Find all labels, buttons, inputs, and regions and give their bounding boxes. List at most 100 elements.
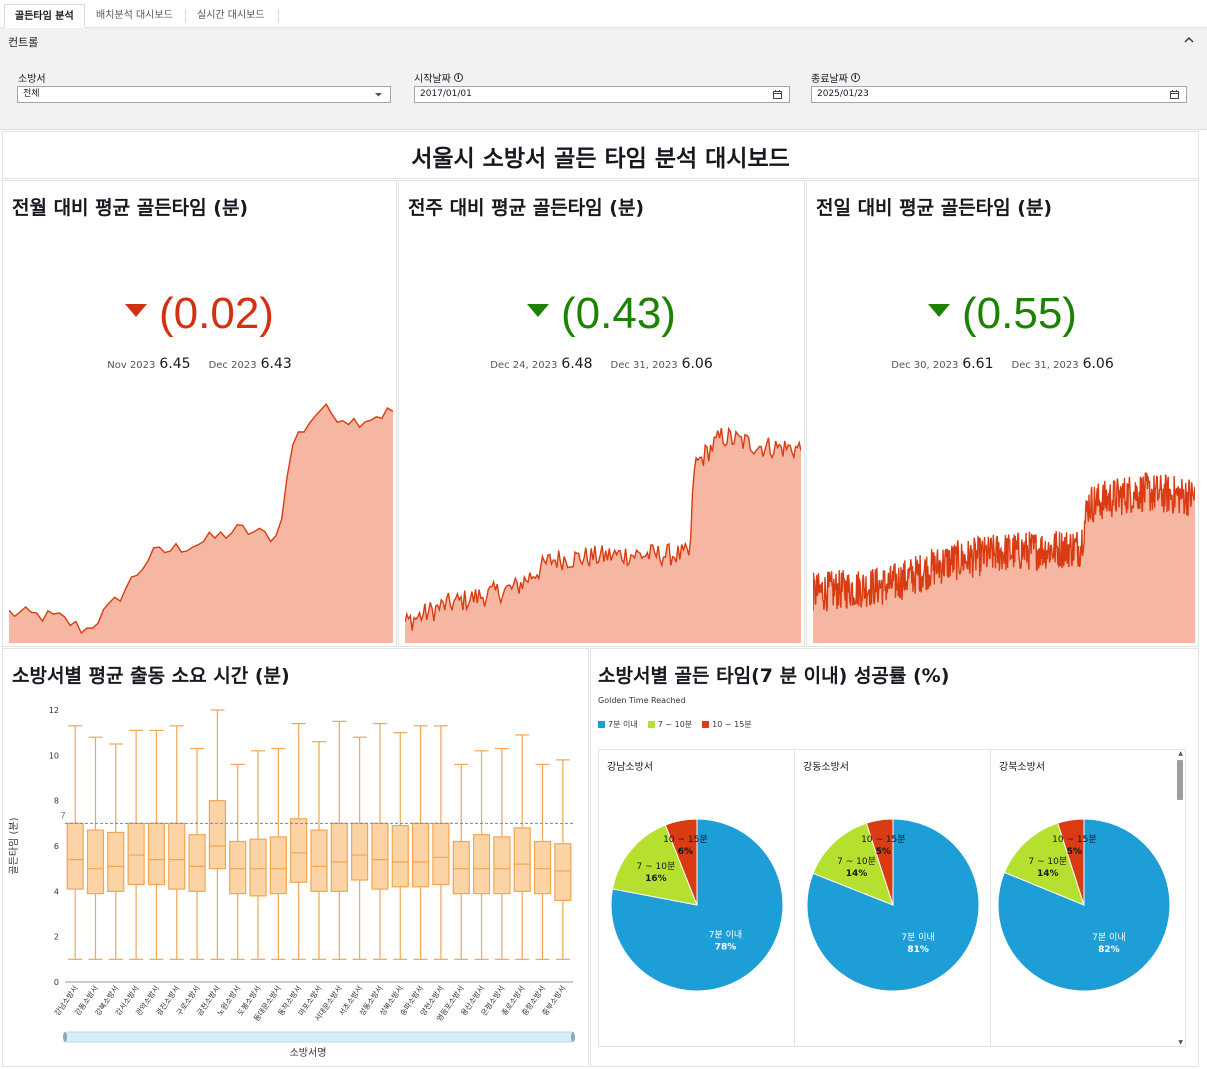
- kpi-cur-value: 6.43: [260, 356, 292, 372]
- kpi-cur-value: 6.06: [681, 356, 713, 372]
- down-arrow-icon: [527, 303, 550, 317]
- box-노원소방서[interactable]: [229, 763, 247, 960]
- box-영등포소방서[interactable]: [452, 763, 470, 960]
- legend-label: 10 ~ 15분: [712, 720, 752, 729]
- sparkline-area: [9, 404, 393, 643]
- chevron-up-icon[interactable]: [1183, 34, 1195, 46]
- tab-golden-time[interactable]: 골든타임 분석: [4, 4, 85, 28]
- box-iqr: [147, 822, 166, 886]
- range-slider-handle[interactable]: [63, 1032, 67, 1042]
- tab-realtime-dashboard[interactable]: 실시간 대시보드: [187, 4, 275, 28]
- kpi-title: 전주 대비 평균 골든타임 (분): [408, 197, 645, 219]
- pie-slice-label: 10 ~ 15분: [1052, 834, 1096, 845]
- box-송파소방서[interactable]: [412, 725, 430, 960]
- down-arrow-icon: [125, 303, 148, 317]
- end-date-label: 종료날짜 i: [811, 70, 860, 85]
- y-tick-label: 10: [49, 751, 59, 760]
- pie-legend: 7분 이내 7 ~ 10분 10 ~ 15분: [598, 719, 752, 730]
- box-관악소방서[interactable]: [147, 729, 166, 960]
- tab-batch-dashboard[interactable]: 배치분석 대시보드: [86, 4, 183, 28]
- pie-cell: 강남소방서 7분 이내 78% 7 ~ 10분 16% 10 ~ 15분 6%: [599, 750, 795, 1046]
- box-마포소방서[interactable]: [310, 741, 328, 960]
- pie-slice-label: 10 ~ 15분: [663, 834, 707, 845]
- box-용산소방서[interactable]: [472, 750, 491, 960]
- kpi-panel-day[interactable]: 전일 대비 평균 골든타임 (분) (0.55) Dec 30, 2023 6.6…: [806, 180, 1199, 647]
- start-date-field[interactable]: 2017/01/01: [414, 86, 790, 103]
- end-date-label-text: 종료날짜: [811, 74, 848, 85]
- box-성동소방서[interactable]: [371, 722, 389, 960]
- legend-title: Golden Time Reached: [598, 696, 686, 705]
- range-slider[interactable]: [64, 1031, 574, 1043]
- tab-divider: [278, 9, 279, 23]
- box-동작소방서[interactable]: [290, 722, 308, 960]
- station-select-value: 전체: [23, 89, 40, 99]
- vertical-scrollbar[interactable]: ▲ ▼: [1175, 750, 1185, 1046]
- y-tick-label: 4: [54, 887, 59, 896]
- info-icon[interactable]: i: [850, 73, 860, 82]
- legend-item[interactable]: 7분 이내: [598, 719, 638, 730]
- controls-title: 컨트롤: [8, 36, 39, 49]
- kpi-cur-value: 6.06: [1082, 356, 1114, 372]
- box-중부소방서[interactable]: [554, 759, 572, 960]
- box-강북소방서[interactable]: [107, 743, 125, 960]
- pie-slice-percent: 78%: [715, 943, 737, 953]
- kpi-compare: Dec 24, 2023 6.48 Dec 31, 2023 6.06: [399, 356, 804, 372]
- pie-title: 소방서별 골든 타임(7 분 이내) 성공률 (%): [598, 665, 950, 687]
- box-iqr: [554, 843, 572, 902]
- box-동대문소방서[interactable]: [269, 747, 287, 960]
- pie-slice-label: 7 ~ 10분: [837, 856, 876, 867]
- box-양천소방서[interactable]: [432, 725, 450, 960]
- calendar-icon[interactable]: [1169, 89, 1180, 100]
- box-중랑소방서[interactable]: [533, 763, 552, 960]
- boxplot-panel[interactable]: 소방서별 평균 출동 소요 시간 (분) 0 2 4 6 8 10 12 골든타임 (분) 강남…: [2, 648, 589, 1067]
- box-성북소방서[interactable]: [391, 732, 409, 960]
- kpi-value: (0.43): [399, 289, 804, 339]
- kpi-panel-month[interactable]: 전월 대비 평균 골든타임 (분) (0.02) Nov 2023 6.45 Dec…: [2, 180, 397, 647]
- box-광진소방서[interactable]: [168, 725, 186, 960]
- kpi-prev-value: 6.61: [962, 356, 994, 372]
- box-서대문소방서[interactable]: [330, 720, 348, 960]
- box-종로소방서[interactable]: [513, 734, 531, 960]
- pie-slice-label: 7분 이내: [709, 930, 742, 941]
- reference-line-label: 7: [60, 811, 66, 821]
- box-구로소방서[interactable]: [188, 747, 206, 960]
- box-iqr: [452, 840, 470, 895]
- pie-slice-percent: 16%: [645, 874, 667, 884]
- legend-swatch: [702, 721, 710, 728]
- box-서초소방서[interactable]: [351, 736, 369, 960]
- boxplot-chart: 024681012골든타임 (분)강남소방서강동소방서강북소방서강서소방서관악소…: [7, 706, 575, 1059]
- legend-label: 7분 이내: [608, 720, 638, 729]
- scroll-down-icon[interactable]: ▼: [1178, 1039, 1183, 1046]
- box-금천소방서[interactable]: [208, 709, 226, 960]
- pie-slice-label: 7분 이내: [1092, 932, 1125, 943]
- pie-slice-percent: 81%: [907, 945, 929, 955]
- box-iqr: [513, 827, 531, 892]
- box-도봉소방서[interactable]: [249, 750, 267, 960]
- info-icon[interactable]: i: [453, 73, 463, 82]
- y-tick-label: 12: [49, 706, 59, 715]
- scrollbar-thumb[interactable]: [1177, 760, 1183, 800]
- start-date-value: 2017/01/01: [420, 89, 472, 99]
- pie-chart: 7분 이내 82% 7 ~ 10분 14% 10 ~ 15분 5%: [997, 818, 1171, 992]
- box-iqr: [371, 822, 389, 890]
- kpi-panel-week[interactable]: 전주 대비 평균 골든타임 (분) (0.43) Dec 24, 2023 6.4…: [398, 180, 805, 647]
- x-axis-label: 소방서명: [290, 1047, 327, 1059]
- range-slider-handle[interactable]: [571, 1032, 575, 1042]
- pie-panel[interactable]: 소방서별 골든 타임(7 분 이내) 성공률 (%) Golden Time R…: [590, 648, 1199, 1067]
- legend-item[interactable]: 10 ~ 15분: [702, 719, 752, 730]
- end-date-field[interactable]: 2025/01/23: [811, 86, 1187, 103]
- station-select[interactable]: 전체: [17, 86, 391, 103]
- box-강서소방서[interactable]: [127, 729, 145, 960]
- end-date-value: 2025/01/23: [817, 89, 869, 99]
- scroll-up-icon[interactable]: ▲: [1178, 750, 1183, 757]
- kpi-prev-label: Nov 2023: [107, 360, 156, 371]
- calendar-icon[interactable]: [772, 89, 783, 100]
- box-은평소방서[interactable]: [493, 747, 511, 960]
- pie-slice-label: 7분 이내: [901, 932, 934, 943]
- box-강남소방서[interactable]: [66, 725, 84, 960]
- legend-item[interactable]: 7 ~ 10분: [647, 719, 692, 730]
- box-iqr: [351, 822, 369, 881]
- kpi-value: (0.02): [3, 289, 396, 339]
- kpi-prev-value: 6.45: [159, 356, 191, 372]
- box-강동소방서[interactable]: [86, 736, 105, 960]
